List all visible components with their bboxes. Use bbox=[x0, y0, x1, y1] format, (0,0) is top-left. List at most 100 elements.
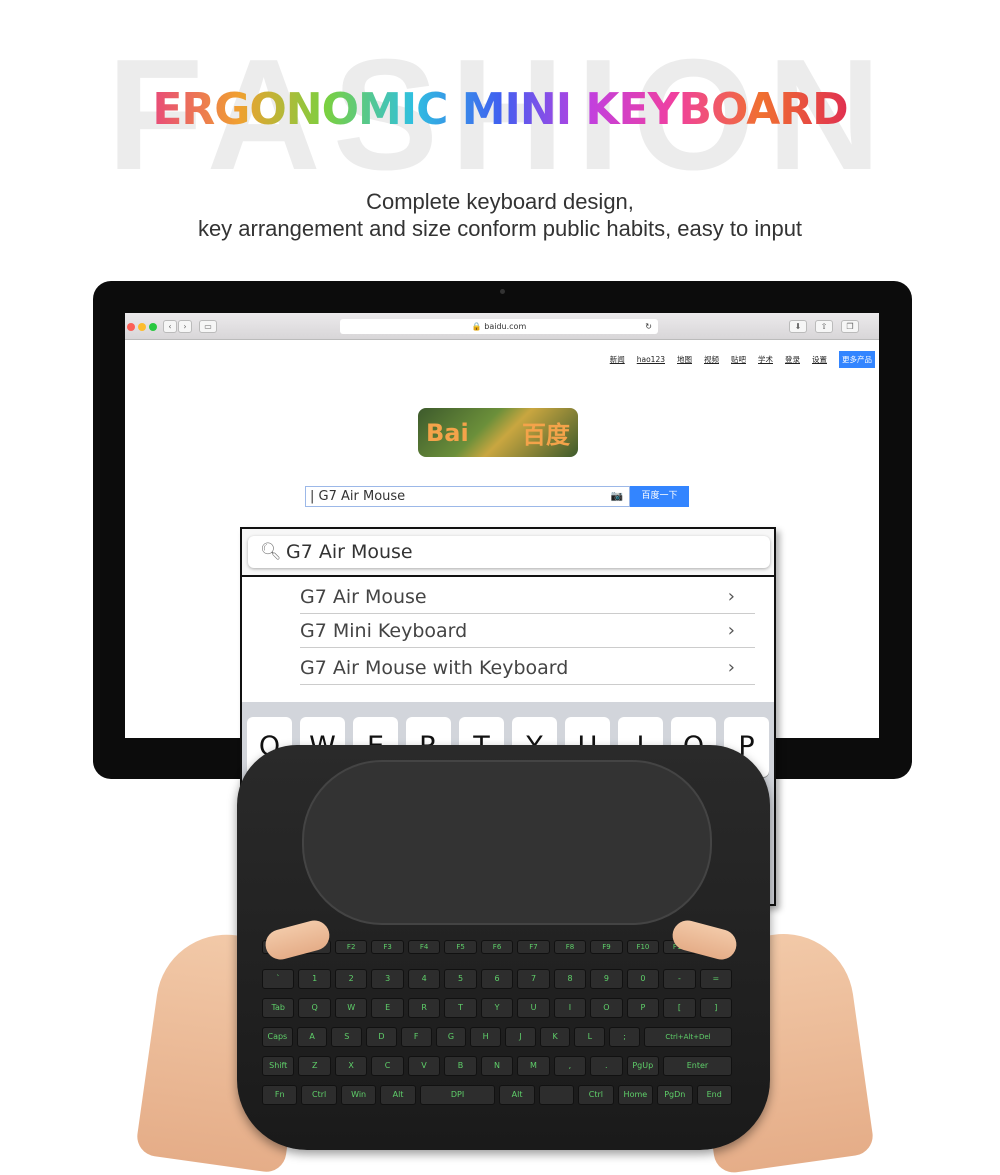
nav-link[interactable]: 学术 bbox=[758, 354, 773, 365]
device-key[interactable]: Fn bbox=[262, 1085, 298, 1105]
nav-link[interactable]: hao123 bbox=[637, 355, 665, 364]
device-key[interactable]: F bbox=[400, 1027, 432, 1047]
phone-search-input[interactable]: 🔍︎ G7 Air Mouse bbox=[248, 536, 770, 568]
device-key[interactable]: . bbox=[590, 1056, 623, 1076]
nav-link[interactable]: 新闻 bbox=[610, 354, 625, 365]
device-key[interactable]: [ bbox=[663, 998, 696, 1018]
tabs-icon[interactable]: ❐ bbox=[841, 320, 859, 333]
device-key[interactable]: U bbox=[517, 998, 550, 1018]
download-icon[interactable]: ⬇ bbox=[789, 320, 807, 333]
device-key[interactable]: ` bbox=[262, 969, 295, 989]
device-key[interactable] bbox=[538, 1085, 575, 1105]
device-key[interactable]: Ctrl bbox=[301, 1085, 337, 1105]
device-key[interactable]: 8 bbox=[553, 969, 587, 989]
search-input[interactable]: | G7 Air Mouse 📷 bbox=[305, 486, 630, 507]
minimize-window-icon[interactable] bbox=[138, 323, 146, 331]
device-key[interactable]: L bbox=[574, 1027, 606, 1047]
device-key[interactable]: F3 bbox=[371, 940, 404, 954]
back-button[interactable]: ‹ bbox=[163, 320, 177, 333]
device-key[interactable]: 2 bbox=[334, 969, 368, 989]
reload-icon[interactable]: ↻ bbox=[645, 319, 652, 334]
device-key[interactable]: F2 bbox=[334, 940, 368, 954]
device-key[interactable]: End bbox=[696, 1085, 732, 1105]
device-key[interactable]: 4 bbox=[407, 969, 441, 989]
device-key[interactable]: = bbox=[699, 969, 733, 989]
nav-link[interactable]: 贴吧 bbox=[731, 354, 746, 365]
device-key[interactable]: C bbox=[371, 1056, 404, 1076]
touchpad[interactable] bbox=[302, 760, 712, 925]
search-button[interactable]: 百度一下 bbox=[630, 486, 689, 507]
suggestion-item[interactable]: G7 Air Mouse › bbox=[300, 579, 755, 614]
forward-button[interactable]: › bbox=[178, 320, 192, 333]
device-key[interactable]: Alt bbox=[499, 1085, 535, 1105]
device-key[interactable]: X bbox=[334, 1056, 368, 1076]
device-key[interactable]: DPI bbox=[419, 1085, 496, 1105]
device-key[interactable]: A bbox=[296, 1027, 328, 1047]
device-key[interactable]: Ctrl bbox=[578, 1085, 614, 1105]
device-key[interactable]: Shift bbox=[262, 1056, 295, 1076]
device-key[interactable]: G bbox=[435, 1027, 467, 1047]
more-products-button[interactable]: 更多产品 bbox=[839, 351, 875, 368]
device-key[interactable]: Z bbox=[298, 1056, 331, 1076]
device-key[interactable]: F4 bbox=[407, 940, 441, 954]
camera-search-icon[interactable]: 📷 bbox=[611, 487, 623, 506]
suggestion-item[interactable]: G7 Mini Keyboard › bbox=[300, 613, 755, 648]
device-key[interactable]: D bbox=[366, 1027, 397, 1047]
device-key[interactable]: Y bbox=[480, 998, 514, 1018]
device-key[interactable]: P bbox=[626, 998, 660, 1018]
device-key[interactable]: 9 bbox=[590, 969, 623, 989]
device-key[interactable]: S bbox=[331, 1027, 363, 1047]
share-icon[interactable]: ⇧ bbox=[815, 320, 833, 333]
device-key[interactable]: 6 bbox=[480, 969, 514, 989]
device-key[interactable]: 1 bbox=[298, 969, 331, 989]
device-key[interactable]: M bbox=[517, 1056, 550, 1076]
device-key[interactable]: F9 bbox=[590, 940, 623, 954]
logo-text: Bai bbox=[426, 418, 469, 447]
device-key[interactable]: PgDn bbox=[657, 1085, 693, 1105]
device-key[interactable]: N bbox=[480, 1056, 514, 1076]
device-key[interactable]: W bbox=[334, 998, 368, 1018]
nav-link[interactable]: 地图 bbox=[677, 354, 692, 365]
device-key[interactable]: Win bbox=[340, 1085, 377, 1105]
device-key[interactable]: Alt bbox=[380, 1085, 416, 1105]
sidebar-icon[interactable]: ▭ bbox=[199, 320, 217, 333]
device-key[interactable]: - bbox=[663, 969, 696, 989]
device-key[interactable]: F7 bbox=[517, 940, 550, 954]
device-key[interactable]: Enter bbox=[662, 1056, 732, 1076]
device-key[interactable]: F8 bbox=[553, 940, 587, 954]
device-key[interactable]: Ctrl+Alt+Del bbox=[643, 1027, 733, 1047]
maximize-window-icon[interactable] bbox=[149, 323, 157, 331]
device-key[interactable]: 7 bbox=[517, 969, 550, 989]
device-key[interactable]: B bbox=[444, 1056, 477, 1076]
device-key[interactable]: Tab bbox=[262, 998, 295, 1018]
baidu-logo[interactable]: Bai 百度 bbox=[418, 408, 578, 457]
nav-link[interactable]: 设置 bbox=[812, 354, 827, 365]
device-key[interactable]: R bbox=[407, 998, 441, 1018]
address-bar[interactable]: 🔒 baidu.com ↻ bbox=[340, 319, 658, 334]
suggestion-item[interactable]: G7 Air Mouse with Keyboard › bbox=[300, 650, 755, 685]
device-key[interactable]: H bbox=[470, 1027, 502, 1047]
device-key[interactable]: F5 bbox=[444, 940, 477, 954]
device-key[interactable]: F6 bbox=[480, 940, 514, 954]
device-key[interactable]: , bbox=[553, 1056, 587, 1076]
device-key[interactable]: ] bbox=[699, 998, 733, 1018]
device-key[interactable]: V bbox=[407, 1056, 441, 1076]
device-key[interactable]: F10 bbox=[626, 940, 660, 954]
device-key[interactable]: J bbox=[505, 1027, 536, 1047]
device-key[interactable]: Caps bbox=[262, 1027, 293, 1047]
device-key[interactable]: O bbox=[590, 998, 623, 1018]
device-key[interactable]: T bbox=[444, 998, 477, 1018]
device-key[interactable]: 0 bbox=[626, 969, 660, 989]
device-key[interactable]: Home bbox=[617, 1085, 654, 1105]
device-key[interactable]: ; bbox=[609, 1027, 640, 1047]
device-key[interactable]: K bbox=[539, 1027, 571, 1047]
close-window-icon[interactable] bbox=[127, 323, 135, 331]
nav-link[interactable]: 登录 bbox=[785, 354, 800, 365]
device-key[interactable]: I bbox=[553, 998, 587, 1018]
nav-link[interactable]: 视频 bbox=[704, 354, 719, 365]
device-key[interactable]: E bbox=[371, 998, 404, 1018]
device-key[interactable]: 3 bbox=[371, 969, 404, 989]
device-key[interactable]: Q bbox=[298, 998, 331, 1018]
device-key[interactable]: 5 bbox=[444, 969, 477, 989]
device-key[interactable]: PgUp bbox=[626, 1056, 659, 1076]
